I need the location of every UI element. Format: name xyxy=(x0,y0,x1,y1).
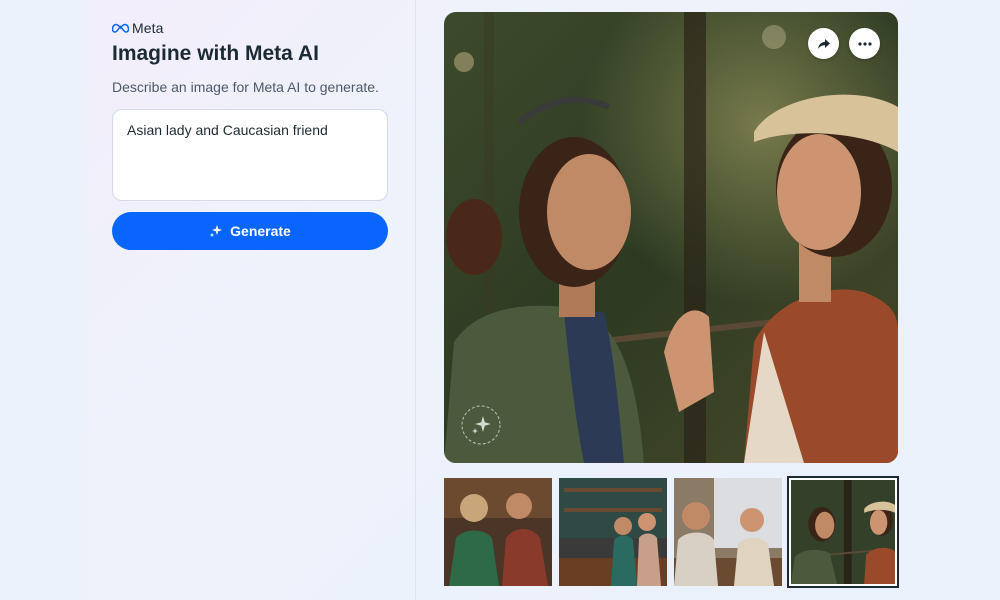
prompt-input[interactable]: Asian lady and Caucasian friend xyxy=(112,109,388,201)
generate-button[interactable]: Generate xyxy=(112,212,388,250)
page-subtitle: Describe an image for Meta AI to generat… xyxy=(112,79,379,95)
thumbnail-4-image xyxy=(791,480,895,584)
meta-logo[interactable]: Meta xyxy=(112,20,164,36)
imagine-app: Meta Imagine with Meta AI Describe an im… xyxy=(86,0,914,600)
thumbnail-1-image xyxy=(444,478,552,586)
generated-image-scene xyxy=(444,12,898,463)
brand-name: Meta xyxy=(132,20,164,36)
sparkle-icon xyxy=(210,225,223,237)
share-arrow-icon xyxy=(817,38,830,49)
prompt-panel: Meta Imagine with Meta AI Describe an im… xyxy=(86,0,416,600)
watermark-sparkle-icon xyxy=(461,405,501,445)
thumbnail-3-image xyxy=(674,478,782,586)
thumbnail-4[interactable] xyxy=(787,476,899,588)
thumbnail-2-image xyxy=(559,478,667,586)
page-title: Imagine with Meta AI xyxy=(112,42,319,65)
share-button[interactable] xyxy=(808,28,839,59)
generated-image[interactable] xyxy=(444,12,898,463)
more-dots-icon xyxy=(857,41,872,46)
generate-button-label: Generate xyxy=(230,223,291,239)
thumbnail-strip xyxy=(444,476,899,588)
imagined-with-ai-watermark xyxy=(460,404,502,451)
thumbnail-1[interactable] xyxy=(444,478,552,586)
meta-infinity-icon xyxy=(112,23,129,33)
thumbnail-2[interactable] xyxy=(559,478,667,586)
thumbnail-3[interactable] xyxy=(674,478,782,586)
more-options-button[interactable] xyxy=(849,28,880,59)
